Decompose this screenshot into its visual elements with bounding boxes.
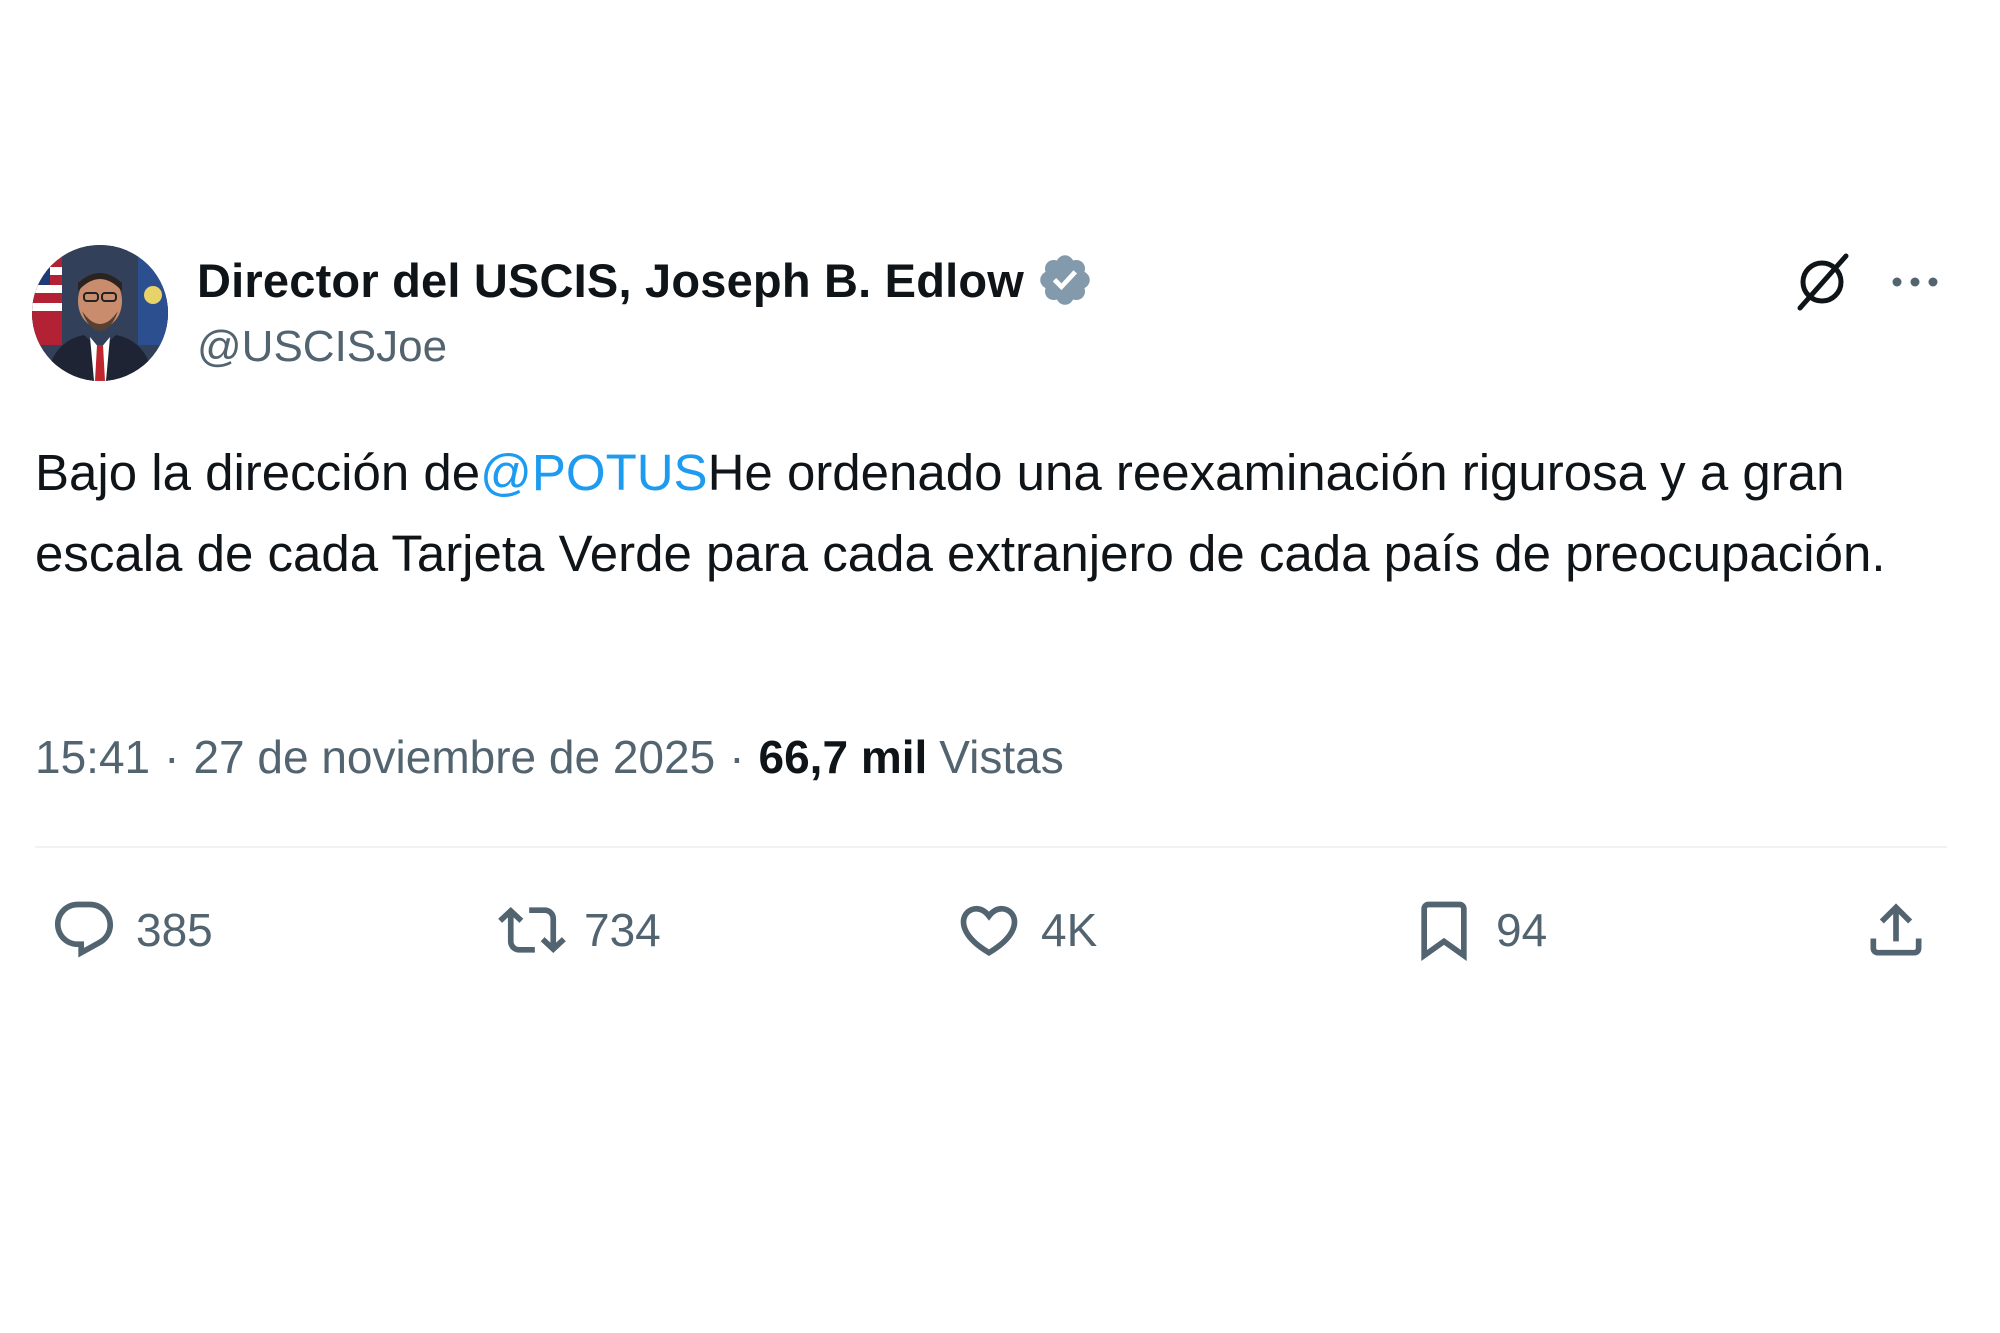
like-button[interactable]: 4K — [955, 880, 1097, 980]
grok-icon[interactable] — [1790, 250, 1854, 314]
repost-button[interactable]: 734 — [498, 880, 661, 980]
avatar-image — [32, 245, 168, 381]
mention-link[interactable]: @POTUS — [480, 444, 707, 501]
views-label: Vistas — [939, 731, 1064, 783]
meta-separator: · — [729, 731, 745, 783]
tweet-text: Bajo la dirección de@POTUSHe ordenado un… — [35, 432, 1965, 594]
reply-icon — [54, 901, 114, 958]
repost-icon — [498, 906, 566, 954]
tweet-card: Director del USCIS, Joseph B. Edlow @USC… — [0, 0, 2000, 1333]
bookmark-button[interactable]: 94 — [1410, 880, 1547, 980]
tweet-date[interactable]: 27 de noviembre de 2025 — [193, 730, 715, 784]
author-display-name[interactable]: Director del USCIS, Joseph B. Edlow — [197, 253, 1024, 308]
reply-button[interactable]: 385 — [50, 880, 213, 980]
share-button[interactable] — [1862, 880, 1930, 980]
more-options-icon[interactable] — [1885, 258, 1945, 306]
like-count: 4K — [1041, 904, 1098, 956]
share-icon — [1870, 903, 1922, 956]
tweet-text-before: Bajo la dirección de — [35, 444, 481, 501]
tweet-meta: 15:41 · 27 de noviembre de 2025 · 66,7 m… — [35, 730, 1064, 784]
bookmark-icon — [1421, 901, 1467, 961]
avatar[interactable] — [32, 245, 168, 381]
bookmark-count: 94 — [1496, 904, 1548, 956]
views-count: 66,7 mil — [758, 731, 928, 783]
repost-count: 734 — [584, 904, 661, 956]
like-icon — [960, 905, 1018, 956]
meta-separator: · — [164, 731, 180, 783]
verified-badge-icon — [1036, 251, 1094, 309]
author-handle[interactable]: @USCISJoe — [197, 322, 447, 372]
reply-count: 385 — [136, 904, 213, 956]
author-name-row: Director del USCIS, Joseph B. Edlow — [197, 252, 1094, 308]
divider — [35, 846, 1947, 848]
action-bar: 385 734 4K 94 — [0, 880, 2000, 980]
tweet-time[interactable]: 15:41 — [35, 730, 150, 784]
